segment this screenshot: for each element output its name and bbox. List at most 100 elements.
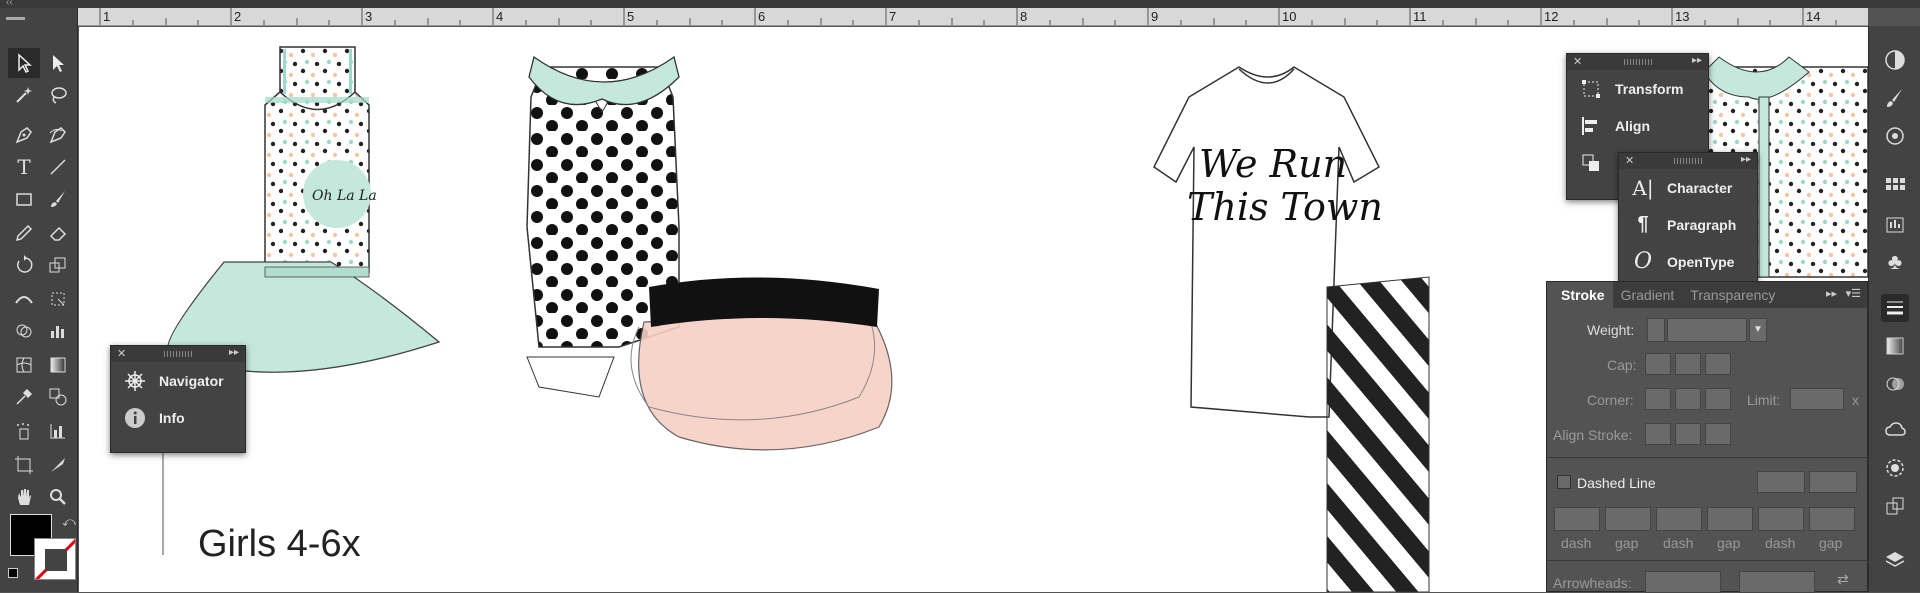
corner-buttons[interactable] bbox=[1645, 388, 1731, 410]
lasso-tool-icon[interactable] bbox=[42, 80, 74, 110]
appearance-icon[interactable] bbox=[1881, 454, 1909, 482]
dash-input[interactable] bbox=[1554, 507, 1600, 531]
app-top-bar: ‹‹ bbox=[0, 0, 1920, 8]
weight-stepper[interactable] bbox=[1647, 318, 1665, 342]
weight-dropdown[interactable]: ▼ bbox=[1749, 318, 1767, 342]
shape-builder-tool-icon[interactable] bbox=[8, 316, 40, 346]
brushes-icon[interactable] bbox=[1881, 84, 1909, 112]
panel-item-align[interactable]: Align bbox=[1567, 107, 1708, 144]
panel-item-transform[interactable]: Transform bbox=[1567, 70, 1708, 107]
tab-transparency[interactable]: Transparency bbox=[1682, 287, 1783, 303]
panel-header[interactable]: ✕ ▸▸ bbox=[111, 346, 245, 362]
panel-item-navigator[interactable]: Navigator bbox=[111, 362, 245, 399]
eyedropper-tool-icon[interactable] bbox=[8, 382, 40, 412]
panel-item-character[interactable]: A| Character bbox=[1619, 169, 1757, 206]
free-transform-tool-icon[interactable] bbox=[42, 284, 74, 314]
swap-colors-icon[interactable]: ⤺ bbox=[62, 514, 76, 530]
panel-menu-icon[interactable]: ▾☰ bbox=[1846, 287, 1861, 300]
tab-stroke[interactable]: Stroke bbox=[1547, 282, 1613, 308]
horizontal-ruler[interactable]: 1 2 3 4 5 6 7 8 9 10 11 12 13 14 bbox=[78, 8, 1868, 26]
panel-item-paragraph[interactable]: ¶ Paragraph bbox=[1619, 206, 1757, 243]
opentype-icon: O bbox=[1633, 249, 1653, 274]
gap-input[interactable] bbox=[1707, 507, 1753, 531]
creative-cloud-libraries-icon[interactable] bbox=[1881, 416, 1909, 444]
curvature-tool-icon[interactable] bbox=[42, 120, 74, 150]
dashed-line-checkbox[interactable] bbox=[1557, 475, 1571, 489]
pencil-tool-icon[interactable] bbox=[8, 218, 40, 248]
graph-tool-icon[interactable] bbox=[42, 316, 74, 346]
width-tool-icon[interactable] bbox=[8, 284, 40, 314]
right-panel-dock: ♣ bbox=[1868, 26, 1920, 592]
panel-grip[interactable]: ▬▬ bbox=[6, 12, 25, 23]
limit-label: Limit: bbox=[1747, 392, 1781, 408]
end-arrowhead-dropdown[interactable] bbox=[1739, 571, 1815, 593]
mesh-tool-icon[interactable] bbox=[8, 350, 40, 380]
limit-input[interactable] bbox=[1790, 388, 1844, 410]
hand-tool-icon[interactable] bbox=[8, 482, 40, 512]
gap-input[interactable] bbox=[1605, 507, 1651, 531]
magic-wand-tool-icon[interactable] bbox=[8, 80, 40, 110]
color-guide-icon[interactable] bbox=[1881, 46, 1909, 74]
stroke-color-swatch[interactable] bbox=[34, 538, 76, 580]
navigator-wheel-icon bbox=[123, 369, 147, 393]
column-graph-tool-icon[interactable] bbox=[42, 416, 74, 446]
collapse-arrows-icon[interactable]: ‹‹ bbox=[6, 0, 13, 8]
layers-icon[interactable] bbox=[1881, 546, 1909, 574]
tab-gradient[interactable]: Gradient bbox=[1613, 287, 1683, 303]
swatches-icon[interactable] bbox=[1881, 172, 1909, 200]
expand-panel-icon[interactable]: ▸▸ bbox=[1741, 154, 1751, 165]
selection-tool-icon[interactable] bbox=[8, 48, 40, 78]
align-stroke-buttons[interactable] bbox=[1645, 423, 1731, 445]
graphic-styles-icon[interactable] bbox=[1881, 210, 1909, 238]
direct-selection-tool-icon[interactable] bbox=[42, 48, 74, 78]
default-colors-icon[interactable] bbox=[8, 568, 18, 578]
character-icon: A| bbox=[1632, 175, 1654, 200]
symbols-icon[interactable] bbox=[1881, 122, 1909, 150]
cap-label: Cap: bbox=[1607, 357, 1637, 373]
swap-arrowheads-icon[interactable]: ⇄ bbox=[1837, 571, 1849, 588]
start-arrowhead-dropdown[interactable] bbox=[1645, 571, 1721, 593]
dash-align-button[interactable] bbox=[1757, 471, 1805, 493]
dash-caption: dash bbox=[1561, 535, 1592, 551]
gap-input[interactable] bbox=[1809, 507, 1855, 531]
gradient-tool-icon[interactable] bbox=[42, 350, 74, 380]
close-icon[interactable]: ✕ bbox=[1625, 154, 1634, 167]
cap-buttons[interactable] bbox=[1645, 353, 1731, 375]
weight-label: Weight: bbox=[1587, 322, 1635, 338]
zoom-tool-icon[interactable] bbox=[42, 482, 74, 512]
club-symbol-icon[interactable]: ♣ bbox=[1881, 248, 1909, 276]
rotate-tool-icon[interactable] bbox=[8, 250, 40, 280]
eraser-tool-icon[interactable] bbox=[42, 218, 74, 248]
panel-header[interactable]: ✕ ▸▸ bbox=[1619, 153, 1757, 169]
symbol-sprayer-tool-icon[interactable] bbox=[8, 416, 40, 446]
dash-caption: dash bbox=[1765, 535, 1796, 551]
blend-tool-icon[interactable] bbox=[42, 382, 74, 412]
line-segment-tool-icon[interactable] bbox=[42, 152, 74, 182]
rectangle-tool-icon[interactable] bbox=[8, 184, 40, 214]
tools-panel: ▬▬ T ⤺ bbox=[0, 8, 78, 592]
gradient-panel-icon[interactable] bbox=[1881, 332, 1909, 360]
panel-item-info[interactable]: Info bbox=[111, 399, 245, 436]
asset-export-icon[interactable] bbox=[1881, 492, 1909, 520]
transform-icon bbox=[1579, 77, 1603, 101]
dash-align-corners-button[interactable] bbox=[1809, 471, 1857, 493]
transparency-panel-icon[interactable] bbox=[1881, 370, 1909, 398]
weight-input[interactable] bbox=[1667, 318, 1747, 342]
slice-tool-icon[interactable] bbox=[42, 450, 74, 480]
panel-item-opentype[interactable]: O OpenType bbox=[1619, 243, 1757, 280]
expand-panel-icon[interactable]: ▸▸ bbox=[1826, 287, 1837, 300]
stroke-panel-icon[interactable] bbox=[1881, 294, 1909, 322]
expand-panel-icon[interactable]: ▸▸ bbox=[229, 347, 239, 358]
panel-header[interactable]: ✕ ▸▸ bbox=[1567, 54, 1708, 70]
artboard-tool-icon[interactable] bbox=[8, 450, 40, 480]
close-icon[interactable]: ✕ bbox=[1573, 55, 1582, 68]
pathfinder-icon bbox=[1579, 151, 1603, 175]
paintbrush-tool-icon[interactable] bbox=[42, 184, 74, 214]
dash-input[interactable] bbox=[1758, 507, 1804, 531]
dash-input[interactable] bbox=[1656, 507, 1702, 531]
expand-panel-icon[interactable]: ▸▸ bbox=[1692, 55, 1702, 66]
type-tool-icon[interactable]: T bbox=[8, 152, 40, 182]
pen-tool-icon[interactable] bbox=[8, 120, 40, 150]
scale-tool-icon[interactable] bbox=[42, 250, 74, 280]
close-icon[interactable]: ✕ bbox=[117, 347, 126, 360]
